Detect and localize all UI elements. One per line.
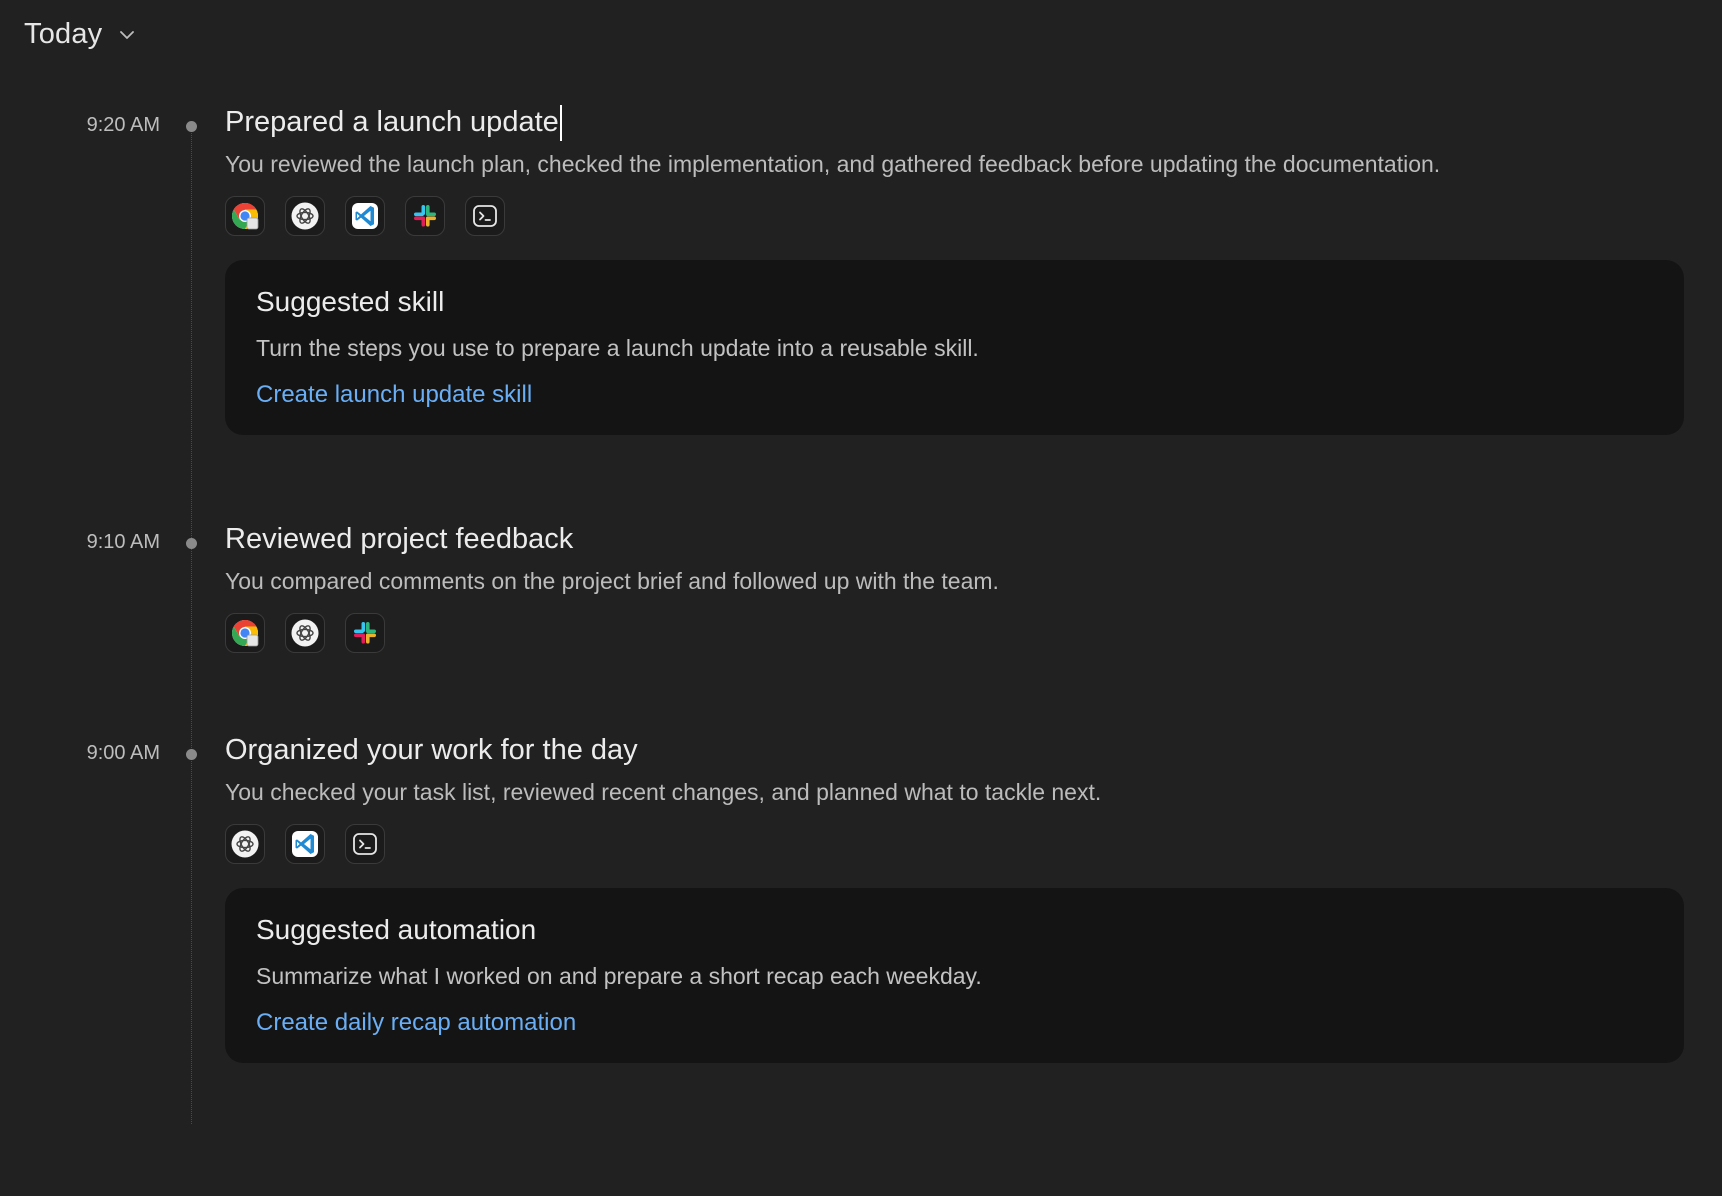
slack-icon[interactable] <box>345 613 385 653</box>
entry-title-text: Prepared a launch update <box>225 106 559 138</box>
entry-title[interactable]: Reviewed project feedback <box>225 519 1684 559</box>
entry-time: 9:10 AM <box>86 531 160 553</box>
chatgpt-icon[interactable] <box>285 613 325 653</box>
timeline-dot <box>186 538 197 549</box>
terminal-icon[interactable] <box>465 196 505 236</box>
timeline-dot <box>186 121 197 132</box>
text-cursor <box>559 105 562 142</box>
entry-time: 9:00 AM <box>86 742 160 764</box>
entry-content: Prepared a launch update You reviewed th… <box>225 102 1684 435</box>
date-filter-label: Today <box>24 18 103 50</box>
vscode-icon[interactable] <box>285 824 325 864</box>
date-filter-dropdown[interactable]: Today <box>24 18 138 51</box>
chrome-icon[interactable] <box>225 196 265 236</box>
timeline-connector <box>191 124 192 1124</box>
chatgpt-icon[interactable] <box>225 824 265 864</box>
chrome-icon[interactable] <box>225 613 265 653</box>
slack-icon[interactable] <box>405 196 445 236</box>
suggestion-card: Suggested skill Turn the steps you use t… <box>225 260 1684 435</box>
create-automation-link[interactable]: Create daily recap automation <box>256 1007 576 1039</box>
app-icons <box>225 613 1684 653</box>
chevron-down-icon <box>120 30 135 39</box>
suggestion-text: Summarize what I worked on and prepare a… <box>256 963 982 989</box>
app-icons <box>225 196 1684 236</box>
entry-description: You reviewed the launch plan, checked th… <box>225 151 1441 177</box>
entry-time: 9:20 AM <box>86 114 160 136</box>
timeline-dot <box>186 749 197 760</box>
vscode-icon[interactable] <box>345 196 385 236</box>
suggestion-text: Turn the steps you use to prepare a laun… <box>256 335 979 361</box>
chatgpt-icon[interactable] <box>285 196 325 236</box>
entry-content: Reviewed project feedback You compared c… <box>225 519 1684 653</box>
suggestion-title: Suggested automation <box>256 914 537 945</box>
entry-content: Organized your work for the day You chec… <box>225 730 1684 1063</box>
suggestion-title: Suggested skill <box>256 286 445 317</box>
entry-title[interactable]: Organized your work for the day <box>225 730 1684 770</box>
terminal-icon[interactable] <box>345 824 385 864</box>
entry-description: You compared comments on the project bri… <box>225 568 999 594</box>
entry-title[interactable]: Prepared a launch update <box>225 102 1684 142</box>
entry-description: You checked your task list, reviewed rec… <box>225 779 1102 805</box>
app-icons <box>225 824 1684 864</box>
create-skill-link[interactable]: Create launch update skill <box>256 379 532 411</box>
suggestion-card: Suggested automation Summarize what I wo… <box>225 888 1684 1063</box>
activity-timeline: Today 9:20 AM Prepared a launch update Y… <box>0 0 1722 1196</box>
